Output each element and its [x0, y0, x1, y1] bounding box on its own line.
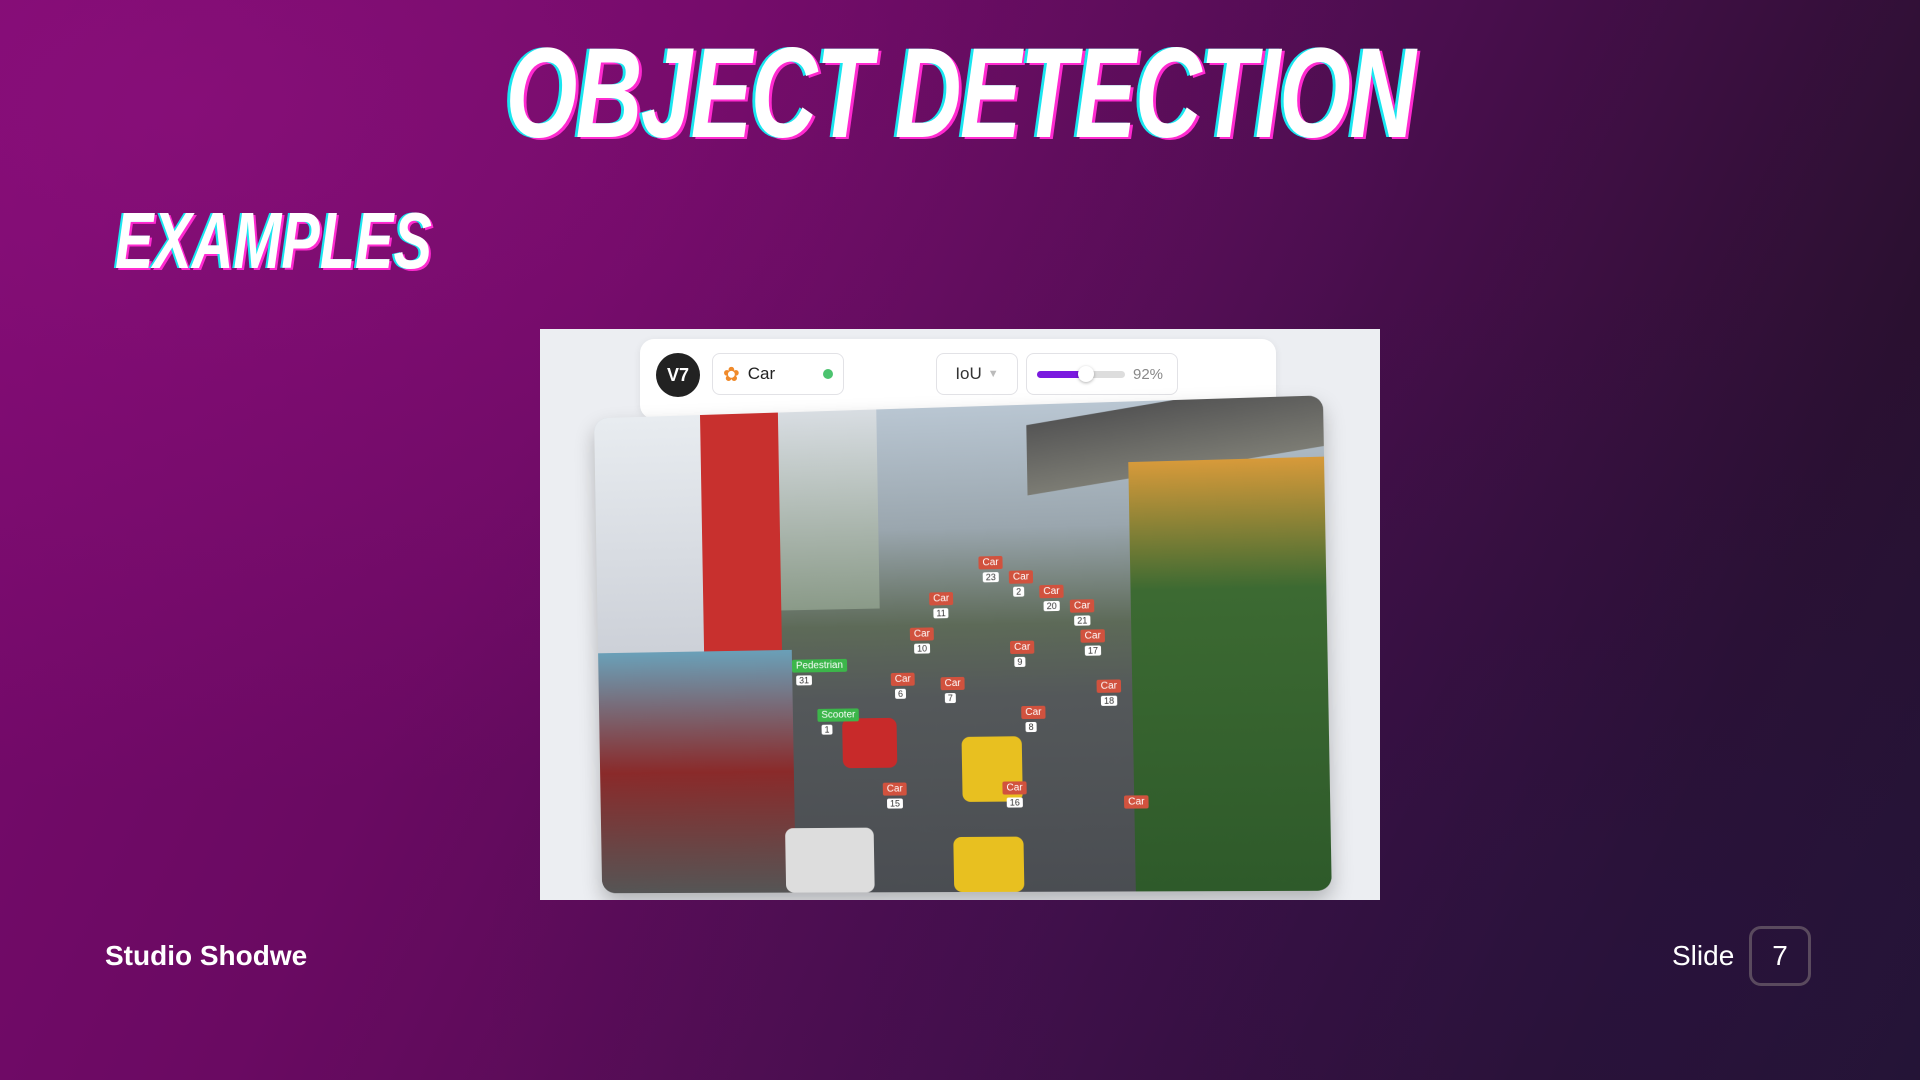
- polygon-icon: ✿: [723, 363, 740, 386]
- detection-label: Car: [882, 782, 907, 796]
- slider-track[interactable]: [1037, 365, 1125, 382]
- car: [785, 827, 875, 893]
- detection-id: 7: [944, 692, 956, 704]
- threshold-value: 92%: [1133, 365, 1164, 383]
- detection-label: Car: [1002, 781, 1027, 795]
- detection-id: 10: [914, 643, 931, 654]
- detection-label: Car: [940, 676, 965, 691]
- detection-label: Car: [890, 672, 915, 686]
- detection-id: 15: [886, 798, 904, 809]
- detection-id: 6: [894, 688, 907, 699]
- detection-label: Car: [1009, 640, 1035, 655]
- detection-id: 11: [933, 608, 949, 619]
- detection-label: Car: [929, 592, 954, 606]
- metric-dropdown[interactable]: IoU ▼: [936, 353, 1018, 395]
- detection-label: Car: [1021, 705, 1046, 720]
- detection-id: 20: [1043, 600, 1060, 612]
- detection-id: 23: [982, 572, 999, 583]
- example-image: V7 ✿ Car IoU ▼ 92% Car 23 Car 2 Car 20 Car 11 Ca…: [540, 329, 1380, 900]
- detection-id: 18: [1100, 695, 1118, 706]
- metric-label: IoU: [955, 364, 982, 383]
- detection-id: 31: [796, 675, 813, 686]
- detection-label: Pedestrian: [791, 658, 848, 673]
- detection-id: 17: [1084, 645, 1102, 656]
- threshold-slider[interactable]: 92%: [1026, 353, 1178, 395]
- detection-id: 2: [1013, 586, 1025, 597]
- taxi: [953, 836, 1025, 893]
- detection-label: Scooter: [817, 708, 860, 722]
- detection-id: 9: [1014, 656, 1026, 668]
- detection-label: Car: [1039, 584, 1064, 599]
- slide-label: Slide: [1672, 940, 1735, 971]
- slide-title: OBJECT DETECTION: [505, 22, 1416, 165]
- detection-label: Car: [1069, 599, 1095, 613]
- detection-id: 21: [1074, 615, 1091, 626]
- detection-label: Car: [1080, 629, 1106, 643]
- billboard: [700, 412, 782, 652]
- building: [777, 409, 880, 611]
- detection-label: Car: [1096, 679, 1122, 693]
- station: [598, 649, 796, 894]
- detection-id: 16: [1006, 797, 1023, 808]
- trees: [1128, 456, 1332, 892]
- detection-label: Car: [1123, 795, 1149, 809]
- brand-name: Studio Shodwe: [105, 940, 308, 971]
- chevron-down-icon: ▼: [987, 368, 999, 380]
- slider-handle[interactable]: [1077, 365, 1094, 382]
- detection-id: 1: [821, 724, 833, 735]
- detection-label: Car: [909, 627, 935, 641]
- street-photo: Car 23 Car 2 Car 20 Car 11 Car 21 Car 10 Car 9 Car 17 Pe…: [594, 395, 1332, 894]
- v7-logo: V7: [656, 353, 700, 397]
- class-selector[interactable]: ✿ Car: [712, 353, 844, 395]
- detection-label: Car: [978, 555, 1003, 570]
- slide-number: 7: [1749, 926, 1811, 986]
- car: [842, 717, 898, 769]
- slide-subtitle: EXAMPLES: [115, 196, 432, 285]
- status-dot: [823, 369, 833, 379]
- detection-label: Car: [1008, 570, 1034, 584]
- detection-id: 8: [1025, 721, 1037, 733]
- class-label: Car: [747, 364, 776, 383]
